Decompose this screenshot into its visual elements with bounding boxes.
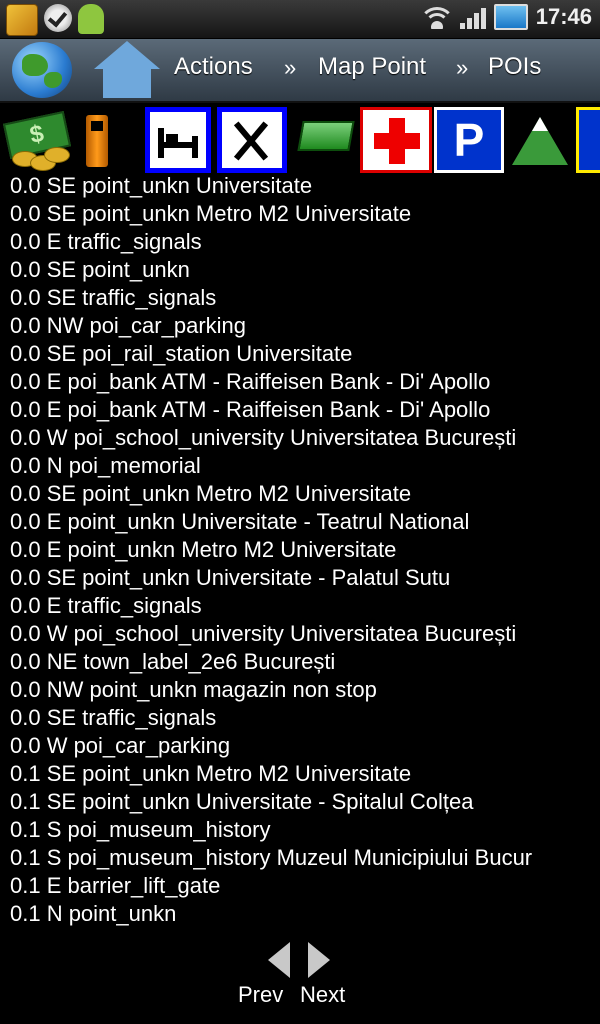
bed-pillow xyxy=(166,134,178,142)
list-item[interactable]: 0.0 NW point_unkn magazin non stop xyxy=(10,676,600,704)
coin-shape xyxy=(44,147,70,163)
prev-button[interactable]: Prev xyxy=(238,982,283,1008)
poi-category-toolbar: $ P xyxy=(0,103,600,175)
parking-icon[interactable]: P xyxy=(434,107,504,173)
check-icon xyxy=(44,4,72,32)
android-icon xyxy=(78,4,104,34)
list-item[interactable]: 0.1 S poi_museum_history Muzeul Municipi… xyxy=(10,844,600,872)
list-item[interactable]: 0.1 N point_unkn xyxy=(10,900,600,928)
hospital-icon[interactable] xyxy=(360,107,432,173)
poi-list: 0.0 SE point_unkn Universitate 0.0 SE po… xyxy=(10,172,600,928)
wifi-icon xyxy=(421,5,452,29)
list-item[interactable]: 0.0 E point_unkn Metro M2 Universitate xyxy=(10,536,600,564)
pager: Prev Next xyxy=(0,942,600,1012)
next-arrow-icon[interactable] xyxy=(308,942,330,978)
notification-icons xyxy=(6,4,104,36)
list-item[interactable]: 0.0 W poi_school_university Universitate… xyxy=(10,424,600,452)
list-item[interactable]: 0.0 W poi_school_university Universitate… xyxy=(10,620,600,648)
breadcrumb-map-point[interactable]: Map Point xyxy=(318,53,426,81)
list-item[interactable]: 0.0 SE poi_rail_station Universitate xyxy=(10,340,600,368)
battery-icon xyxy=(493,4,528,30)
hotel-bed-icon[interactable] xyxy=(145,107,211,173)
list-item[interactable]: 0.0 SE point_unkn Universitate - Palatul… xyxy=(10,564,600,592)
breadcrumb-actions[interactable]: Actions xyxy=(174,53,253,81)
system-icons: 17:46 xyxy=(421,4,592,30)
breadcrumb-separator: » xyxy=(456,55,469,80)
list-item[interactable]: 0.0 SE point_unkn Metro M2 Universitate xyxy=(10,480,600,508)
cross-horizontal xyxy=(374,133,420,149)
fuel-icon[interactable] xyxy=(82,107,112,173)
home-icon-walls xyxy=(103,68,151,98)
list-item[interactable]: 0.0 SE point_unkn Metro M2 Universitate xyxy=(10,200,600,228)
breadcrumb-separator: » xyxy=(284,55,297,80)
list-item[interactable]: 0.1 S poi_museum_history xyxy=(10,816,600,844)
list-item[interactable]: 0.0 W poi_car_parking xyxy=(10,732,600,760)
signal-icon xyxy=(459,5,486,29)
clock: 17:46 xyxy=(535,4,592,29)
list-item[interactable]: 0.1 SE point_unkn Universitate - Spitalu… xyxy=(10,788,600,816)
globe-icon[interactable] xyxy=(12,42,72,98)
action-bar: Actions » Map Point » POIs xyxy=(0,39,600,103)
prev-arrow-icon[interactable] xyxy=(268,942,290,978)
mountain-icon[interactable] xyxy=(510,107,572,173)
list-item[interactable]: 0.1 E barrier_lift_gate xyxy=(10,872,600,900)
list-item[interactable]: 0.0 SE traffic_signals xyxy=(10,284,600,312)
fuel-pump-window xyxy=(91,121,103,131)
status-bar: 17:46 xyxy=(0,0,600,39)
list-item[interactable]: 0.0 SE point_unkn xyxy=(10,256,600,284)
home-icon xyxy=(94,41,160,69)
restaurant-bg xyxy=(222,112,282,168)
money-icon[interactable]: $ xyxy=(2,107,72,173)
shopping-cart-icon[interactable] xyxy=(296,107,356,173)
breadcrumb-pois[interactable]: POIs xyxy=(488,53,541,81)
bed-foot xyxy=(192,136,198,158)
home-button[interactable] xyxy=(94,41,160,99)
list-item[interactable]: 0.0 E point_unkn Universitate - Teatrul … xyxy=(10,508,600,536)
mountain-snow xyxy=(532,117,548,131)
info-icon[interactable] xyxy=(576,107,600,173)
list-item[interactable]: 0.0 NW poi_car_parking xyxy=(10,312,600,340)
list-item[interactable]: 0.0 E poi_bank ATM - Raiffeisen Bank - D… xyxy=(10,368,600,396)
list-item[interactable]: 0.0 E poi_bank ATM - Raiffeisen Bank - D… xyxy=(10,396,600,424)
list-item[interactable]: 0.0 SE traffic_signals xyxy=(10,704,600,732)
hotel-bed-bg xyxy=(150,112,206,168)
list-item[interactable]: 0.1 SE point_unkn Metro M2 Universitate xyxy=(10,760,600,788)
next-button[interactable]: Next xyxy=(300,982,345,1008)
list-item[interactable]: 0.0 NE town_label_2e6 București xyxy=(10,648,600,676)
list-item[interactable]: 0.0 SE point_unkn Universitate xyxy=(10,172,600,200)
list-item[interactable]: 0.0 E traffic_signals xyxy=(10,228,600,256)
list-item[interactable]: 0.0 N poi_memorial xyxy=(10,452,600,480)
restaurant-icon[interactable] xyxy=(217,107,287,173)
bird-app-icon xyxy=(6,4,38,36)
cart-shape xyxy=(297,121,355,151)
list-item[interactable]: 0.0 E traffic_signals xyxy=(10,592,600,620)
